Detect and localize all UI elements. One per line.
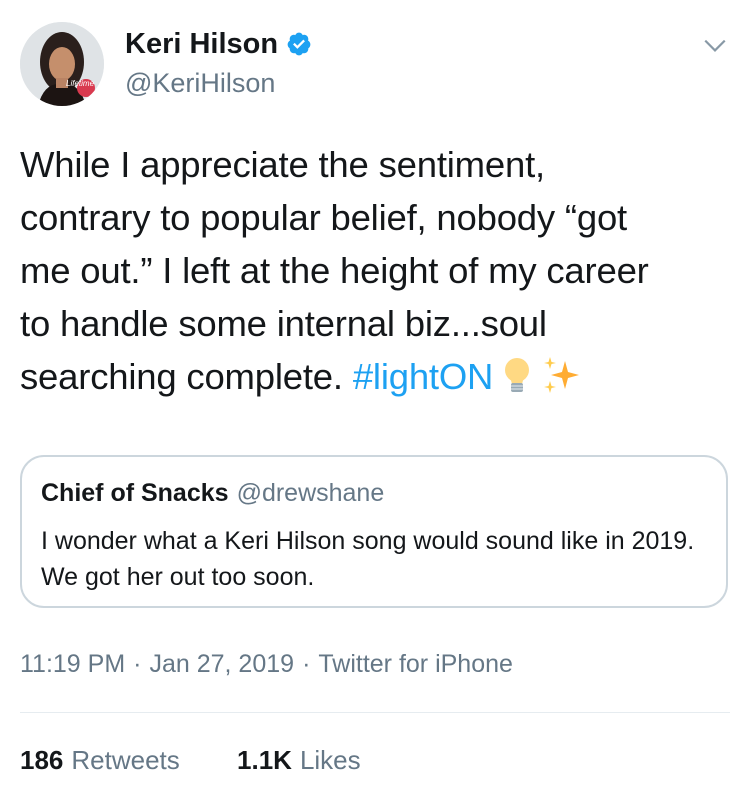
tweet-text-line-last: searching complete. #lightON xyxy=(20,350,735,403)
verified-badge-icon xyxy=(287,32,311,56)
likes-stat[interactable]: 1.1K Likes xyxy=(237,745,361,776)
avatar[interactable]: Lifetime xyxy=(20,22,104,106)
avatar-image xyxy=(20,22,104,106)
tweet-stats: 186 Retweets 1.1K Likes xyxy=(20,745,411,776)
tweet-date[interactable]: Jan 27, 2019 xyxy=(149,650,294,678)
divider xyxy=(20,712,730,713)
author-handle[interactable]: @KeriHilson xyxy=(125,68,312,99)
likes-count: 1.1K xyxy=(237,745,292,775)
tweet-text-line: searching complete. xyxy=(20,356,343,397)
sparkles-icon xyxy=(544,357,580,393)
author-display-name[interactable]: Keri Hilson xyxy=(125,28,278,61)
meta-separator: · xyxy=(133,650,142,678)
tweet-text-line: to handle some internal biz...soul xyxy=(20,303,547,344)
tweet-text-line: contrary to popular belief, nobody “got xyxy=(20,197,627,238)
avatar-badge-text: Lifetime xyxy=(66,79,95,88)
hashtag-link[interactable]: #lightON xyxy=(353,356,494,397)
retweets-stat[interactable]: 186 Retweets xyxy=(20,745,180,776)
light-bulb-icon xyxy=(505,358,530,392)
display-name-row: Keri Hilson xyxy=(125,26,312,62)
meta-separator: · xyxy=(302,650,311,678)
quoted-author-name: Chief of Snacks xyxy=(41,479,229,507)
quoted-tweet-header: Chief of Snacks @drewshane xyxy=(41,479,384,508)
likes-label: Likes xyxy=(299,745,361,775)
quoted-tweet-text: I wonder what a Keri Hilson song would s… xyxy=(41,527,695,591)
tweet-text-line: me out.” I left at the height of my care… xyxy=(20,250,649,291)
tweet-text: While I appreciate the sentiment, contra… xyxy=(20,138,735,403)
tweet-meta: 11:19 PM · Jan 27, 2019 · Twitter for iPhone xyxy=(20,650,513,679)
tweet-header: Lifetime Keri Hilson @KeriHilson xyxy=(20,20,730,110)
tweet-time[interactable]: 11:19 PM xyxy=(20,650,125,678)
tweet-source-link[interactable]: Twitter for iPhone xyxy=(318,650,513,678)
retweets-label: Retweets xyxy=(71,745,180,775)
author-names: Keri Hilson @KeriHilson xyxy=(125,26,312,99)
quoted-tweet[interactable]: Chief of Snacks @drewshane I wonder what … xyxy=(20,455,728,608)
quoted-author-handle: @drewshane xyxy=(236,479,385,507)
retweets-count: 186 xyxy=(20,745,64,775)
chevron-down-icon[interactable] xyxy=(702,32,728,58)
tweet-text-line: While I appreciate the sentiment, xyxy=(20,144,545,185)
